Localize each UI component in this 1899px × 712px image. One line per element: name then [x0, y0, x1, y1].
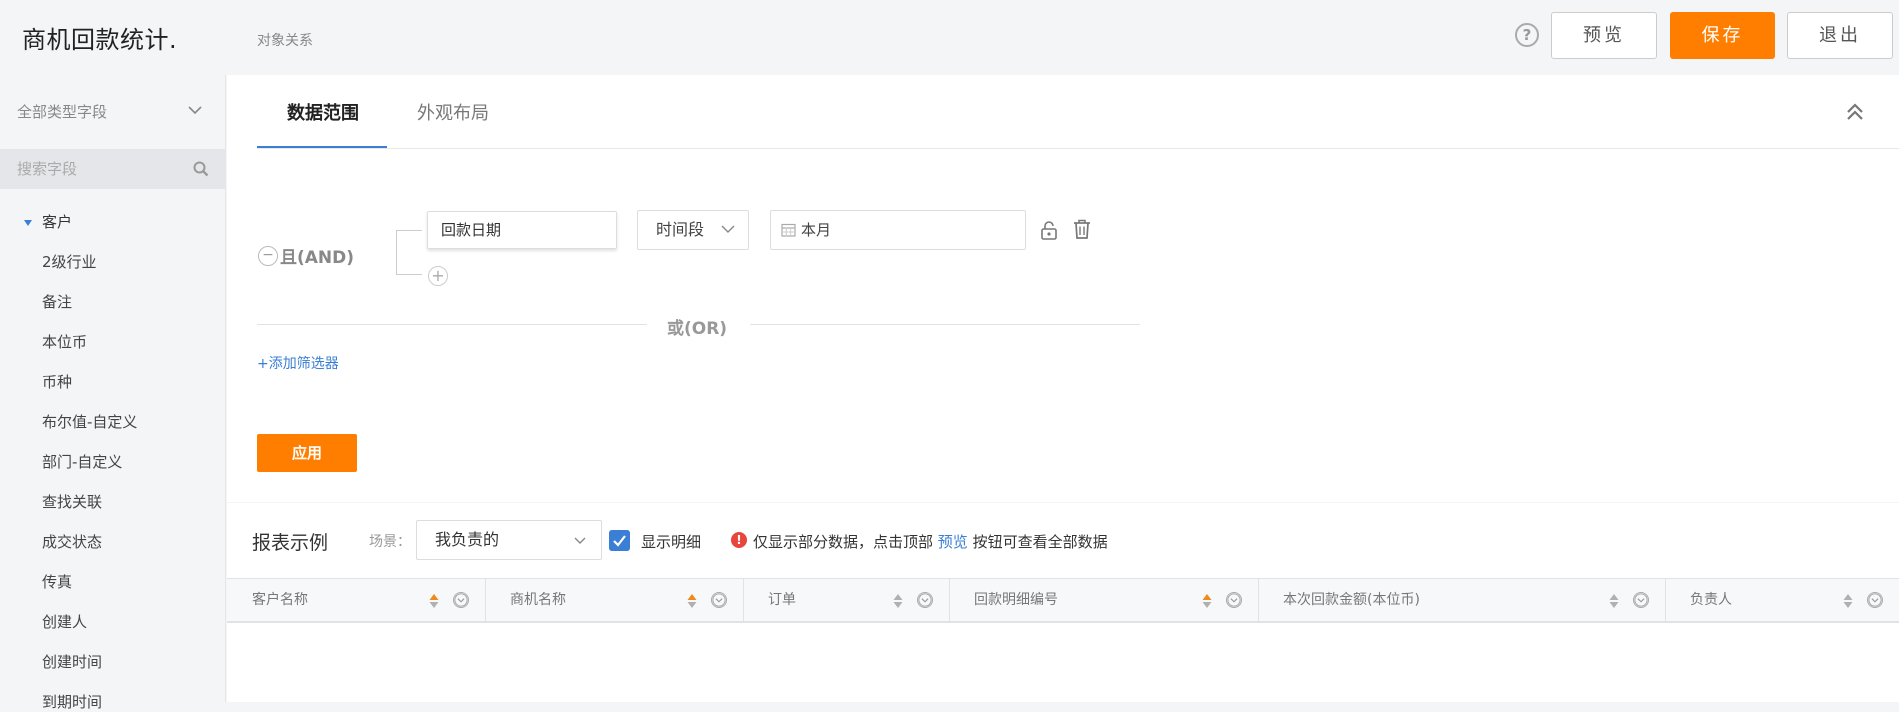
column-divider: [1258, 578, 1259, 623]
column-header[interactable]: 负责人: [1690, 578, 1732, 623]
condition-value-input[interactable]: 本月: [770, 210, 1026, 250]
tab-appearance-layout[interactable]: 外观布局: [417, 99, 489, 125]
column-header[interactable]: 订单: [768, 578, 796, 623]
report-sample-title: 报表示例: [252, 532, 329, 554]
field-item[interactable]: 查找关联: [42, 491, 102, 512]
field-item[interactable]: 创建人: [42, 611, 87, 632]
calendar-icon: [781, 223, 796, 237]
column-header[interactable]: 回款明细编号: [974, 578, 1058, 623]
sort-icon[interactable]: [1609, 593, 1619, 609]
field-item[interactable]: 成交状态: [42, 531, 102, 552]
field-item[interactable]: 本位币: [42, 331, 87, 352]
group-bracket: [396, 230, 422, 275]
save-button[interactable]: 保存: [1670, 12, 1775, 59]
and-label: 且(AND): [280, 248, 355, 268]
column-header[interactable]: 本次回款金额(本位币): [1283, 578, 1420, 623]
search-input[interactable]: [17, 149, 192, 189]
config-panel: [227, 75, 1899, 502]
column-menu-icon[interactable]: [453, 592, 469, 608]
or-divider-left: [257, 324, 647, 325]
report-title: 商机回款统计.: [22, 26, 178, 54]
sort-icon[interactable]: [1843, 593, 1853, 609]
trash-icon[interactable]: [1073, 219, 1091, 239]
chevron-down-icon[interactable]: [186, 101, 204, 119]
show-detail-label[interactable]: 显示明细: [641, 531, 701, 552]
column-header[interactable]: 商机名称: [510, 578, 566, 623]
field-item[interactable]: 2级行业: [42, 251, 97, 272]
search-icon[interactable]: [193, 161, 209, 177]
object-relation-link[interactable]: 对象关系: [257, 30, 313, 50]
sort-icon[interactable]: [429, 593, 439, 609]
column-divider: [485, 578, 486, 623]
field-type-select[interactable]: 全部类型字段: [17, 101, 107, 122]
exit-button[interactable]: 退出: [1787, 12, 1893, 59]
scene-label: 场景：: [369, 534, 411, 550]
field-item[interactable]: 备注: [42, 291, 72, 312]
column-divider: [743, 578, 744, 623]
column-menu-icon[interactable]: [1633, 592, 1649, 608]
notice-prefix: 仅显示部分数据，点击顶部: [753, 533, 934, 551]
field-item[interactable]: 传真: [42, 571, 72, 592]
field-item[interactable]: 布尔值-自定义: [42, 411, 137, 432]
tree-node-customer[interactable]: 客户: [24, 211, 72, 232]
condition-field-select[interactable]: 回款日期: [427, 211, 617, 249]
or-divider-right: [750, 324, 1140, 325]
notice-suffix: 按钮可查看全部数据: [972, 533, 1108, 551]
column-header[interactable]: 客户名称: [252, 578, 308, 623]
preview-link[interactable]: 预览: [938, 533, 968, 551]
show-detail-checkbox[interactable]: [609, 530, 630, 551]
field-item[interactable]: 创建时间: [42, 651, 102, 672]
remove-group-icon[interactable]: −: [258, 246, 278, 266]
sort-icon[interactable]: [687, 593, 697, 609]
double-chevron-up-icon[interactable]: [1845, 102, 1865, 122]
column-menu-icon[interactable]: [1867, 592, 1883, 608]
field-item[interactable]: 部门-自定义: [42, 451, 122, 472]
unlock-icon[interactable]: [1040, 220, 1058, 240]
chevron-down-icon[interactable]: [573, 534, 587, 548]
add-filter-link[interactable]: +添加筛选器: [257, 353, 339, 373]
partial-data-notice: 仅显示部分数据，点击顶部 预览 按钮可查看全部数据: [753, 531, 1108, 552]
column-divider: [1665, 578, 1666, 623]
tabs-divider: [257, 148, 1899, 149]
column-menu-icon[interactable]: [1226, 592, 1242, 608]
column-menu-icon[interactable]: [711, 592, 727, 608]
tab-data-range[interactable]: 数据范围: [287, 99, 359, 125]
sort-icon[interactable]: [1202, 593, 1212, 609]
warning-icon: !: [731, 532, 747, 548]
column-menu-icon[interactable]: [917, 592, 933, 608]
or-label: 或(OR): [667, 319, 728, 339]
column-divider: [949, 578, 950, 623]
field-item[interactable]: 币种: [42, 371, 72, 392]
caret-down-icon: [24, 219, 32, 226]
tree-node-label: 客户: [42, 213, 73, 231]
apply-button[interactable]: 应用: [257, 434, 357, 472]
sort-icon[interactable]: [893, 593, 903, 609]
preview-button[interactable]: 预览: [1551, 12, 1657, 59]
add-condition-icon[interactable]: +: [428, 266, 448, 286]
chevron-down-icon[interactable]: [720, 221, 736, 237]
help-icon[interactable]: ?: [1515, 23, 1539, 47]
